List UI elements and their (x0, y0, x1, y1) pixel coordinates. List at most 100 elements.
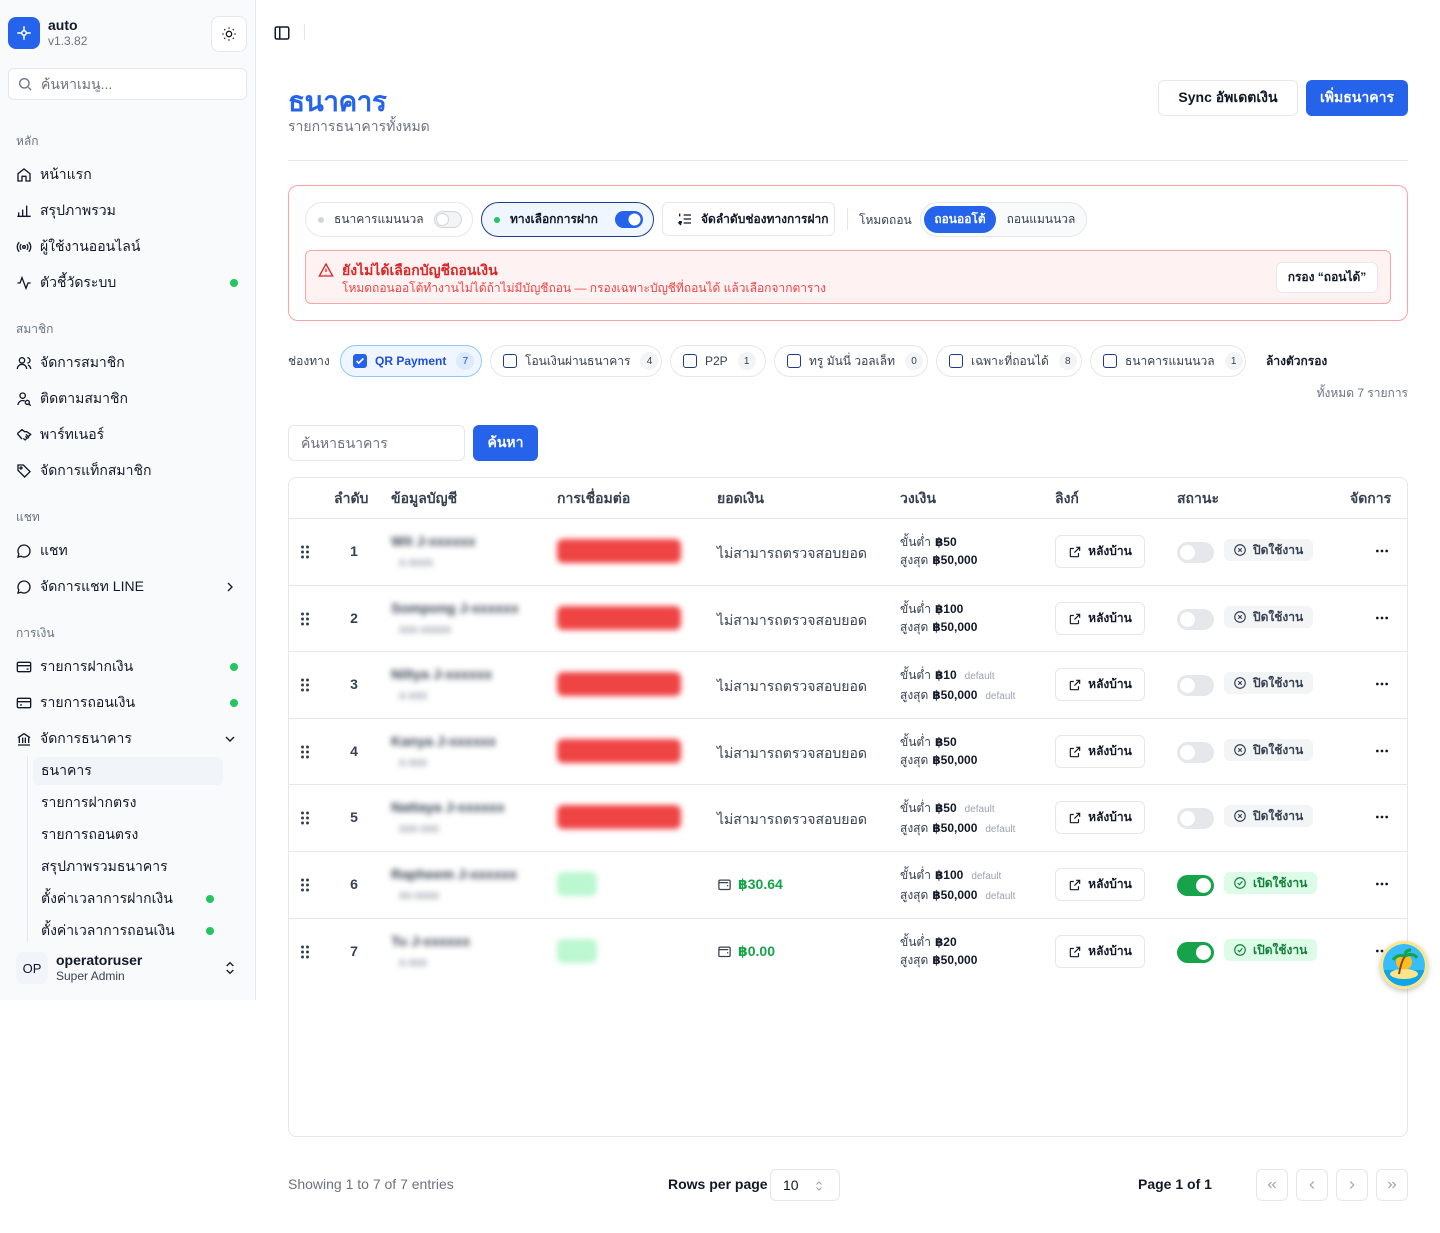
backoffice-link-button[interactable]: หลังบ้าน (1055, 535, 1145, 568)
sidebar-item-manage-banks[interactable]: จัดการธนาคาร (8, 723, 248, 755)
status-toggle[interactable] (1177, 675, 1214, 696)
add-bank-button[interactable]: เพิ่มธนาคาร (1306, 80, 1408, 116)
mode-auto-option[interactable]: ถอนออโต้ (924, 206, 996, 233)
more-actions-icon[interactable] (1374, 809, 1390, 825)
sidebar-item-partners[interactable]: พาร์ทเนอร์ (8, 419, 248, 451)
status-toggle[interactable] (1177, 609, 1214, 630)
more-actions-icon[interactable] (1374, 543, 1390, 559)
backoffice-link-button[interactable]: หลังบ้าน (1055, 602, 1145, 635)
checkbox[interactable] (787, 354, 801, 368)
backoffice-link-button[interactable]: หลังบ้าน (1055, 935, 1145, 968)
brand[interactable]: auto v1.3.82 (8, 17, 87, 49)
submenu-item-banks[interactable]: ธนาคาร (33, 757, 223, 785)
drag-handle-icon[interactable] (300, 611, 310, 627)
theme-toggle-button[interactable] (211, 16, 247, 52)
status-toggle[interactable] (1177, 742, 1214, 763)
sidebar-item-online-users[interactable]: ผู้ใช้งานออนไลน์ (8, 231, 248, 263)
link-label: หลังบ้าน (1088, 544, 1132, 558)
handshake-icon (16, 427, 32, 443)
user-search-icon (16, 391, 32, 407)
status-dot (230, 699, 238, 707)
sidebar-item-track-members[interactable]: ติดตามสมาชิก (8, 383, 248, 415)
checkbox[interactable] (683, 354, 697, 368)
toggle-switch[interactable] (615, 211, 643, 228)
checkbox-checked[interactable] (353, 354, 367, 368)
chip-qr-payment[interactable]: QR Payment 7 (340, 345, 482, 377)
checkbox[interactable] (503, 354, 517, 368)
sidebar-item-chat[interactable]: แชท (8, 535, 248, 567)
more-actions-icon[interactable] (1374, 876, 1390, 892)
sidebar-toggle-icon[interactable] (273, 24, 291, 42)
status-toggle[interactable] (1177, 875, 1214, 896)
menu-search-field[interactable] (8, 68, 247, 100)
last-page-button[interactable] (1376, 1169, 1408, 1201)
backoffice-link-button[interactable]: หลังบ้าน (1055, 735, 1145, 768)
submenu-item-direct-deposits[interactable]: รายการฝากตรง (33, 789, 223, 817)
sidebar-item-deposits[interactable]: รายการฝากเงิน (8, 651, 248, 683)
deposit-option-toggle[interactable]: ทางเลือกการฝาก (481, 202, 654, 237)
user-menu[interactable]: OP operatoruser Super Admin (8, 946, 248, 990)
first-page-button[interactable] (1256, 1169, 1288, 1201)
drag-handle-icon[interactable] (300, 810, 310, 826)
chip-truemoney[interactable]: ทรู มันนี่ วอลเล็ท 0 (774, 345, 928, 377)
sidebar-item-overview[interactable]: สรุปภาพรวม (8, 195, 248, 227)
link-label: หลังบ้าน (1088, 744, 1132, 758)
menu-search-input[interactable] (41, 76, 231, 92)
drag-handle-icon[interactable] (300, 677, 310, 693)
sidebar-item-home[interactable]: หน้าแรก (8, 159, 248, 191)
order-deposit-channels-button[interactable]: จัดลำดับช่องทางการฝาก (662, 202, 835, 236)
chip-p2p[interactable]: P2P 1 (670, 345, 766, 377)
submenu-item-bank-summary[interactable]: สรุปภาพรวมธนาคาร (33, 853, 223, 881)
floating-island-button[interactable] (1380, 941, 1428, 989)
checkbox[interactable] (949, 354, 963, 368)
drag-handle-icon[interactable] (300, 877, 310, 893)
submenu-item-label: สรุปภาพรวมธนาคาร (41, 858, 168, 874)
chip-count: 0 (905, 352, 924, 370)
sync-balance-button[interactable]: Sync อัพเดตเงิน (1158, 80, 1298, 116)
more-actions-icon[interactable] (1374, 676, 1390, 692)
drag-handle-icon[interactable] (300, 544, 310, 560)
more-actions-icon[interactable] (1374, 610, 1390, 626)
checkbox[interactable] (1103, 354, 1117, 368)
table-row: 1 Wit J-xxxxxx x-xxxx ไม่สามารถตรวจสอบยอด ขั… (289, 518, 1407, 585)
status-toggle[interactable] (1177, 542, 1214, 563)
chip-manual-bank[interactable]: ธนาคารแมนนวล 1 (1090, 345, 1246, 377)
submenu-item-deposit-schedule[interactable]: ตั้งค่าเวลาการฝากเงิน (33, 885, 223, 913)
filter-withdrawable-button[interactable]: กรอง “ถอนได้” (1276, 262, 1378, 293)
status-toggle[interactable] (1177, 942, 1214, 963)
card-out-icon (16, 695, 32, 711)
x-circle-icon (1233, 743, 1247, 757)
status-badge: ปิดใช้งาน (1224, 539, 1314, 561)
sidebar-item-member-tags[interactable]: จัดการแท็กสมาชิก (8, 455, 248, 487)
status-toggle[interactable] (1177, 808, 1214, 829)
submenu-item-withdraw-schedule[interactable]: ตั้งค่าเวลาการถอนเงิน (33, 917, 223, 945)
drag-handle-icon[interactable] (300, 744, 310, 760)
search-button[interactable]: ค้นหา (473, 425, 538, 461)
sidebar-item-line-chat[interactable]: จัดการแชท LINE (8, 571, 248, 603)
balance-unavailable: ไม่สามารถตรวจสอบยอด (717, 612, 867, 628)
row-number: 2 (350, 610, 358, 626)
clear-filters-button[interactable]: ล้างตัวกรอง (1266, 352, 1327, 371)
toggle-switch[interactable] (434, 211, 462, 228)
backoffice-link-button[interactable]: หลังบ้าน (1055, 868, 1145, 901)
more-actions-icon[interactable] (1374, 743, 1390, 759)
sidebar-item-withdrawals[interactable]: รายการถอนเงิน (8, 687, 248, 719)
backoffice-link-button[interactable]: หลังบ้าน (1055, 668, 1145, 701)
chip-withdrawable-only[interactable]: เฉพาะที่ถอนได้ 8 (936, 345, 1082, 377)
prev-page-button[interactable] (1296, 1169, 1328, 1201)
link-label: หลังบ้าน (1088, 877, 1132, 891)
submenu-item-direct-withdrawals[interactable]: รายการถอนตรง (33, 821, 223, 849)
total-count: ทั้งหมด 7 รายการ (1316, 386, 1408, 400)
mode-manual-option[interactable]: ถอนแมนนวล (1001, 206, 1081, 233)
sidebar-item-manage-members[interactable]: จัดการสมาชิก (8, 347, 248, 379)
next-page-button[interactable] (1336, 1169, 1368, 1201)
drag-handle-icon[interactable] (300, 944, 310, 960)
rows-per-page-select[interactable]: 10 (770, 1169, 840, 1201)
check-circle-icon (1233, 876, 1247, 890)
bank-search-input[interactable] (288, 425, 465, 461)
chip-bank-transfer[interactable]: โอนเงินผ่านธนาคาร 4 (490, 345, 662, 377)
sidebar-item-metrics[interactable]: ตัวชี้วัดระบบ (8, 267, 248, 299)
manual-bank-toggle[interactable]: ธนาคารแมนนวล (305, 202, 473, 237)
backoffice-link-button[interactable]: หลังบ้าน (1055, 801, 1145, 834)
sidebar-item-label: รายการฝากเงิน (40, 658, 134, 674)
